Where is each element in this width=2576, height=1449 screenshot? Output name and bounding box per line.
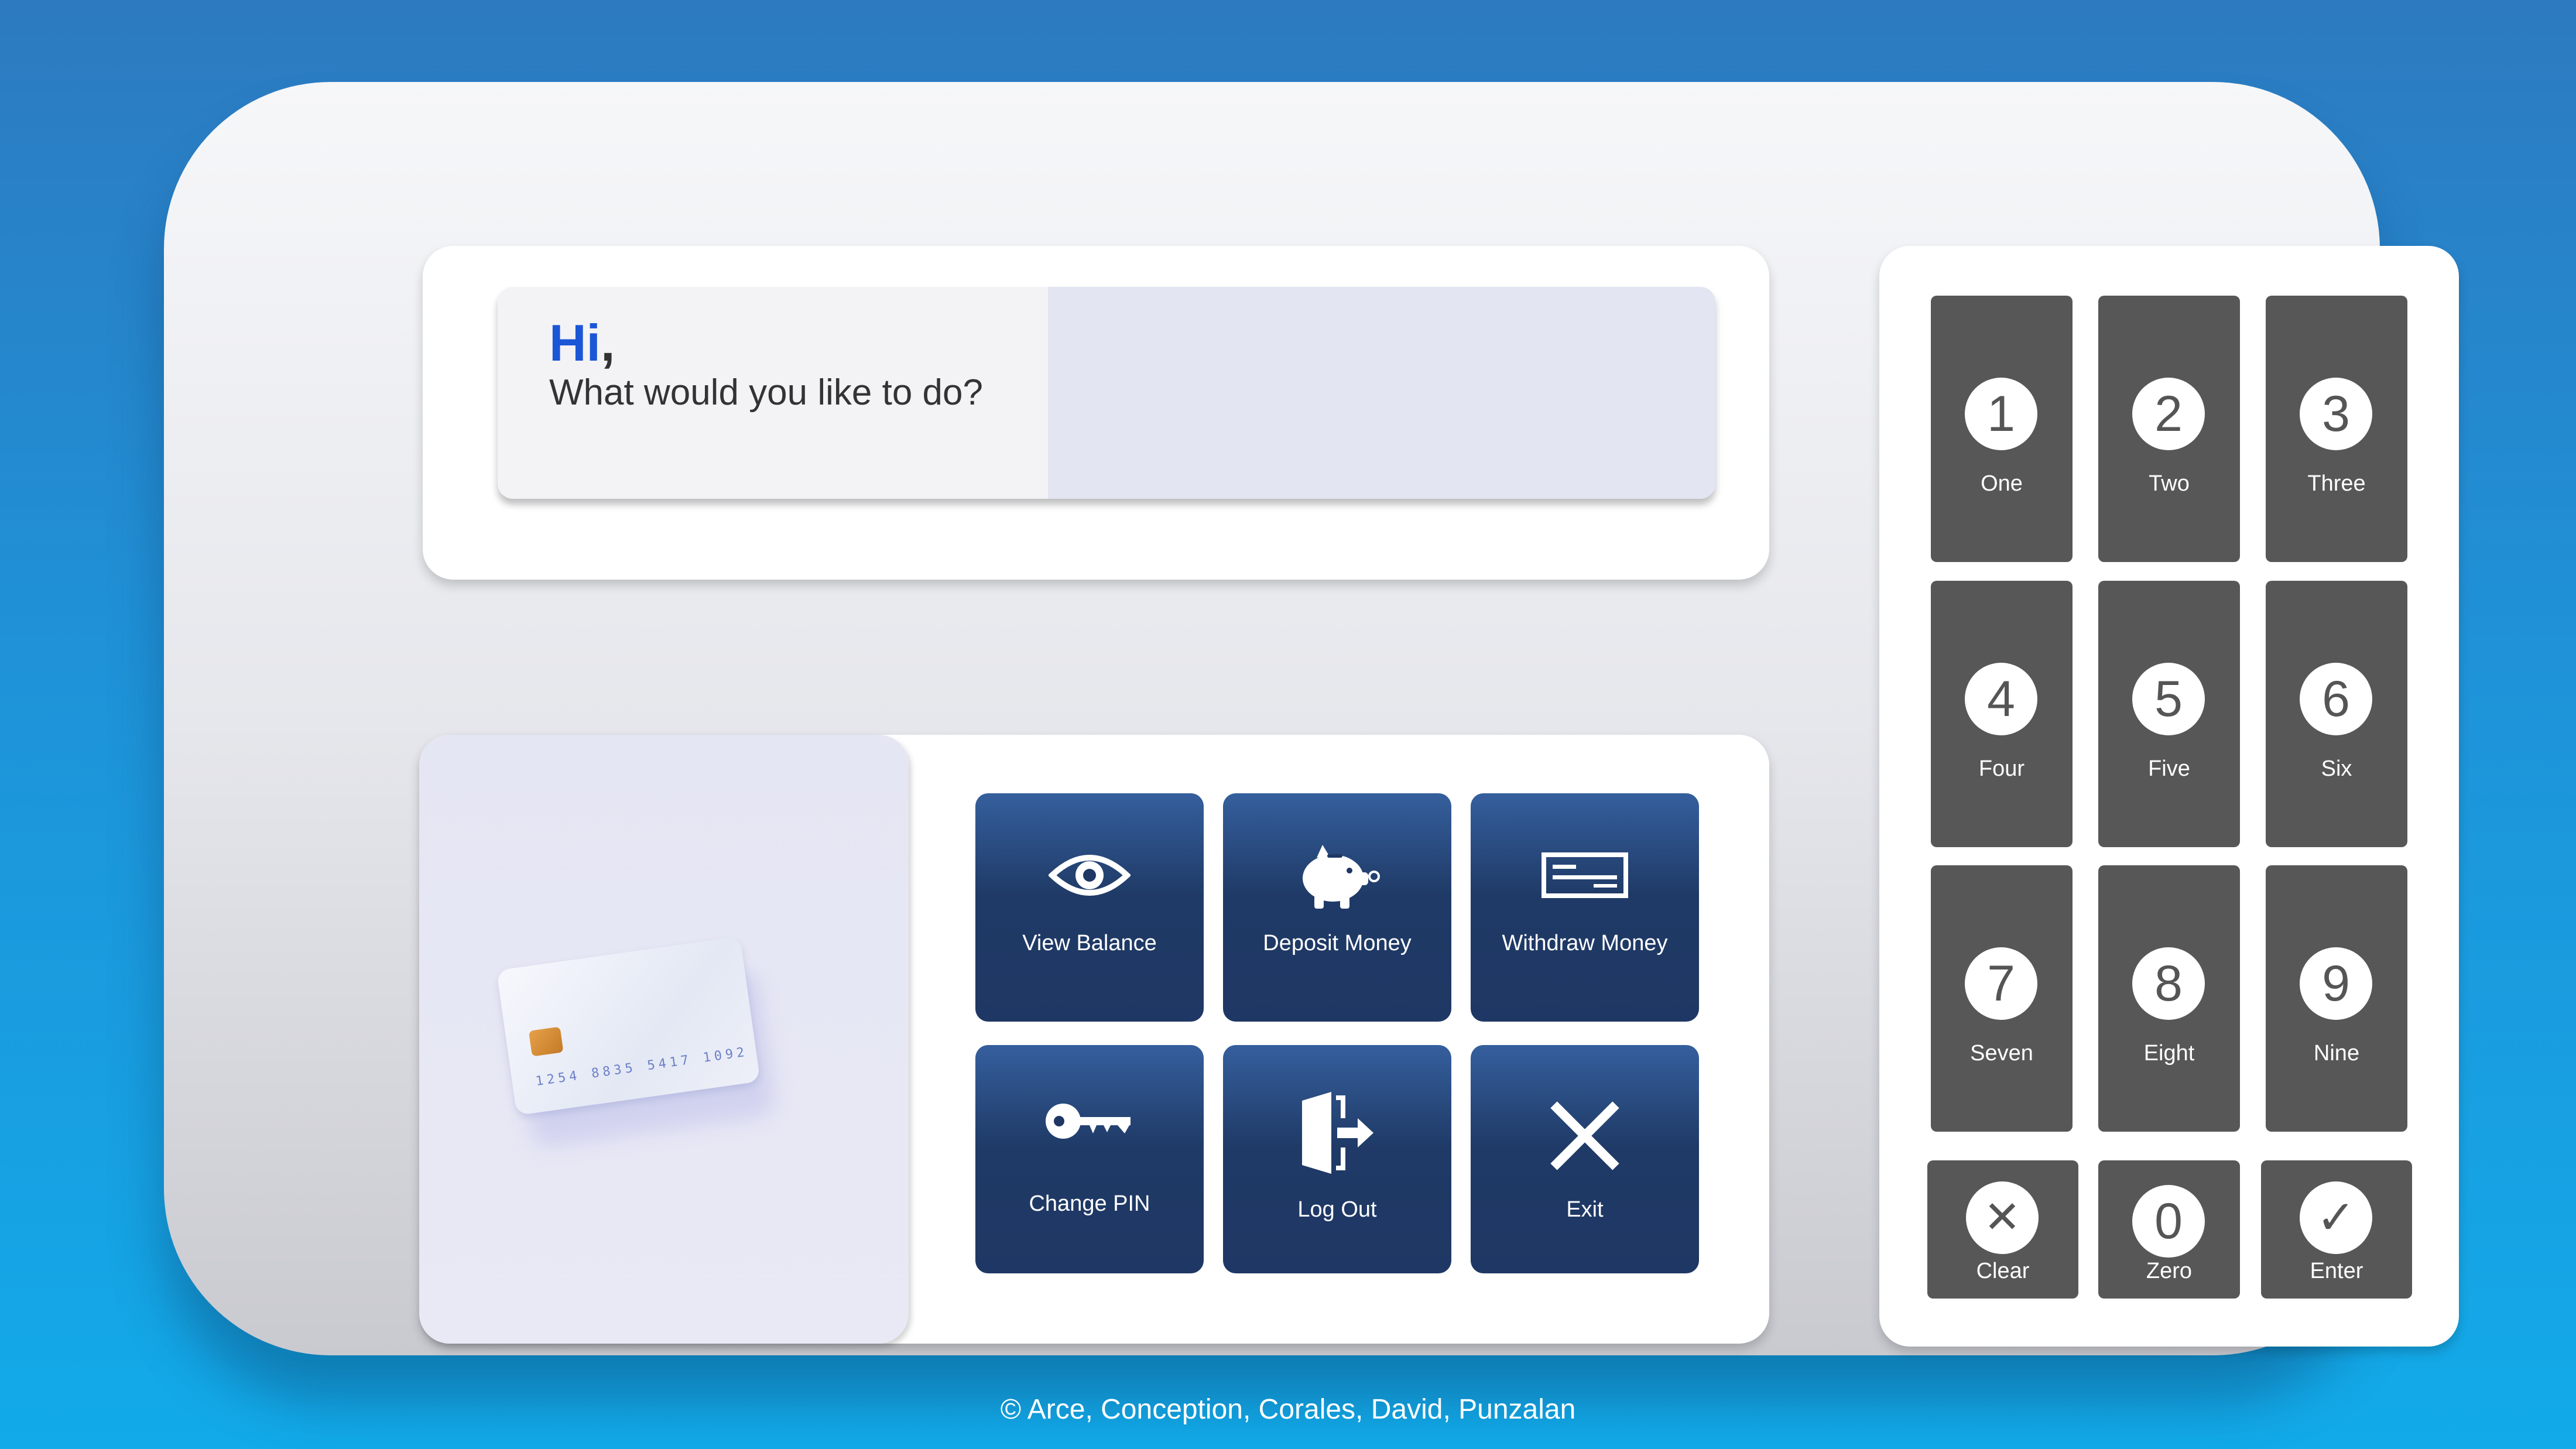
log-out-label: Log Out [1297,1197,1377,1222]
view-balance-button[interactable]: View Balance [975,793,1204,1022]
key-1[interactable]: 1 One [1931,296,2073,562]
exit-label: Exit [1566,1197,1604,1222]
key-2[interactable]: 2 Two [2098,296,2240,562]
deposit-money-label: Deposit Money [1263,931,1412,955]
greeting-title: Hi, [549,314,615,372]
menu-panel: 1254 8835 5417 1092 View Balance Deposit… [419,735,1769,1344]
change-pin-button[interactable]: Change PIN [975,1045,1204,1273]
greeting-question: What would you like to do? [549,372,983,413]
atm-machine: Hi, What would you like to do? 1254 8835… [164,82,2459,1355]
close-icon [1471,1101,1699,1171]
keypad-panel: 1 One 2 Two 3 Three 4 Four 5 Five 6 Six … [1879,246,2459,1347]
bank-card: 1254 8835 5417 1092 [496,934,781,1149]
piggy-bank-icon [1223,840,1451,910]
log-out-button[interactable]: Log Out [1223,1045,1451,1273]
key-0[interactable]: 0 Zero [2098,1160,2240,1299]
view-balance-label: View Balance [1022,931,1157,955]
card-slot: 1254 8835 5417 1092 [419,735,909,1344]
card-chip-icon [528,1026,564,1057]
greeting-panel: Hi, What would you like to do? [423,246,1769,580]
key-9[interactable]: 9 Nine [2266,865,2407,1132]
key-6[interactable]: 6 Six [2266,581,2407,847]
key-5[interactable]: 5 Five [2098,581,2240,847]
enter-key[interactable]: ✓ Enter [2261,1160,2412,1299]
display-screen: Hi, What would you like to do? [498,287,1715,499]
key-icon [975,1086,1204,1156]
clear-key[interactable]: ✕ Clear [1927,1160,2078,1299]
card-number: 1254 8835 5417 1092 [535,1044,749,1090]
check-icon [1471,840,1699,910]
display-side-panel [1048,287,1715,499]
key-8[interactable]: 8 Eight [2098,865,2240,1132]
key-7[interactable]: 7 Seven [1931,865,2073,1132]
checkmark-icon: ✓ [2300,1181,2372,1254]
credits-footer: © Arce, Conception, Corales, David, Punz… [1000,1394,1576,1425]
eye-icon [975,840,1204,910]
withdraw-money-label: Withdraw Money [1502,931,1668,955]
key-4[interactable]: 4 Four [1931,581,2073,847]
logout-door-icon [1223,1092,1451,1174]
close-icon: ✕ [1966,1181,2039,1254]
change-pin-label: Change PIN [1029,1191,1150,1216]
exit-button[interactable]: Exit [1471,1045,1699,1273]
key-3[interactable]: 3 Three [2266,296,2407,562]
withdraw-money-button[interactable]: Withdraw Money [1471,793,1699,1022]
deposit-money-button[interactable]: Deposit Money [1223,793,1451,1022]
